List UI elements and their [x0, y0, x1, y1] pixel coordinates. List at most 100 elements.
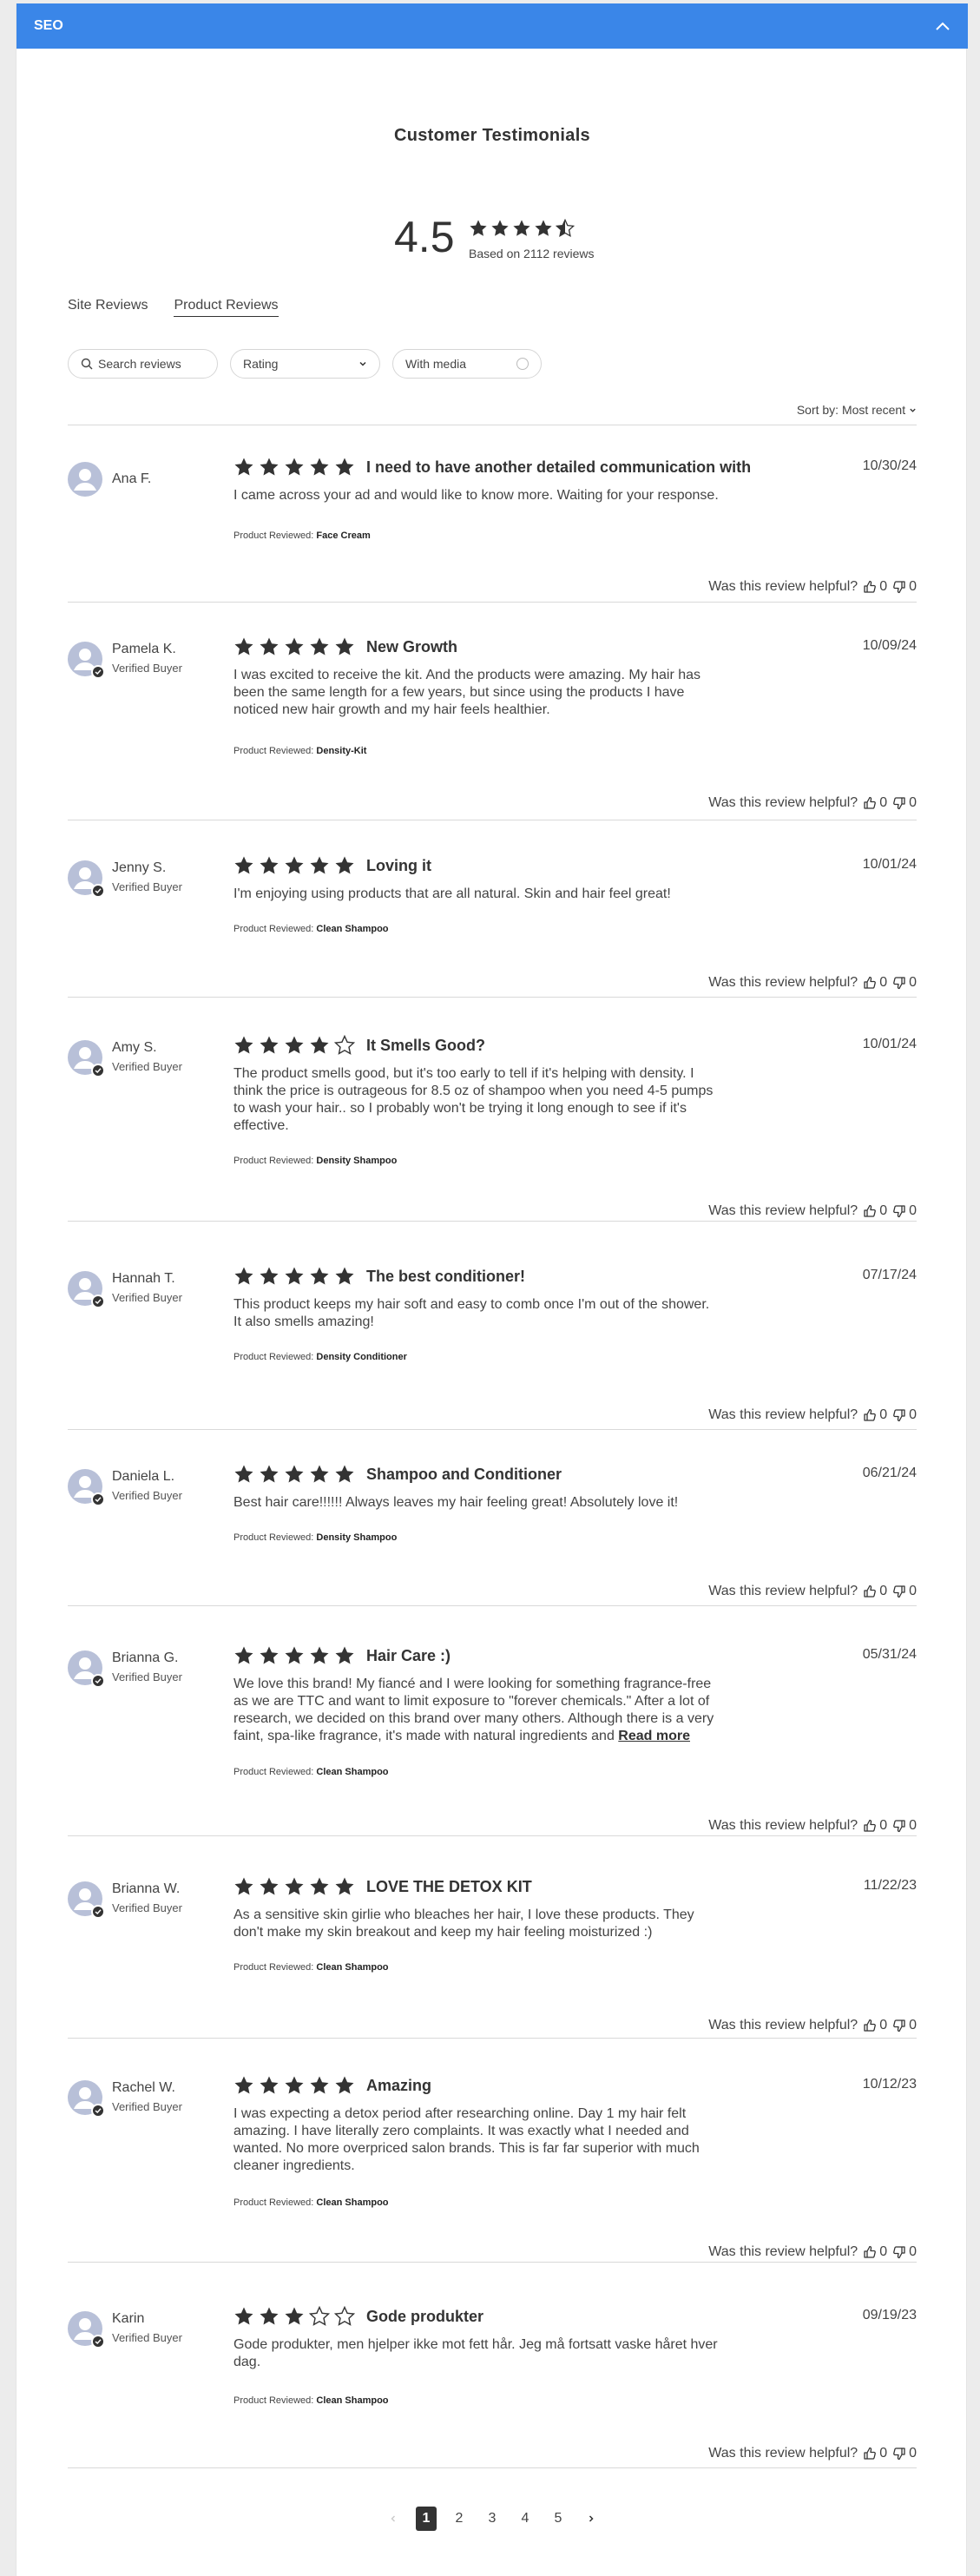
reviewer-avatar — [68, 1271, 105, 1308]
review-text: As a sensitive skin girlie who bleaches … — [233, 1907, 694, 1940]
thumbs-down-button[interactable]: 0 — [892, 975, 917, 991]
product-name: Density Shampoo — [316, 1156, 398, 1166]
thumbs-up-button[interactable]: 0 — [863, 1407, 887, 1423]
review-date: 05/31/24 — [862, 1647, 917, 1662]
upvote-count: 0 — [879, 1407, 888, 1422]
verified-check-icon — [91, 1674, 105, 1688]
thumbs-down-button[interactable]: 0 — [892, 1818, 917, 1834]
review-item: Amy S. Verified Buyer It Smells Good? 10/01… — [68, 1035, 917, 1222]
product-reviewed: Product Reviewed: Clean Shampoo — [233, 924, 389, 934]
thumbs-up-icon — [864, 2019, 877, 2032]
review-item: Rachel W. Verified Buyer Amazing 10/12/23 I … — [68, 2076, 917, 2263]
product-name: Clean Shampoo — [316, 2197, 389, 2208]
thumbs-down-button[interactable]: 0 — [892, 2446, 917, 2461]
with-media-toggle[interactable]: With media — [392, 349, 542, 379]
product-name: Clean Shampoo — [316, 1767, 389, 1777]
product-reviewed-label: Product Reviewed: — [233, 1352, 314, 1362]
thumbs-down-button[interactable]: 0 — [892, 795, 917, 811]
thumbs-down-button[interactable]: 0 — [892, 1407, 917, 1423]
product-name: Clean Shampoo — [316, 2395, 389, 2406]
review-text: The product smells good, but it's too ea… — [233, 1066, 714, 1133]
reviewer-name: Pamela K. — [112, 642, 176, 656]
read-more-link[interactable]: Read more — [618, 1729, 690, 1743]
review-item: Pamela K. Verified Buyer New Growth 10/09/2… — [68, 637, 917, 820]
thumbs-up-icon — [864, 1408, 877, 1421]
downvote-count: 0 — [909, 1584, 917, 1598]
thumbs-down-button[interactable]: 0 — [892, 1584, 917, 1599]
product-reviewed-label: Product Reviewed: — [233, 1156, 314, 1166]
review-text: I came across your ad and would like to … — [233, 488, 719, 503]
downvote-count: 0 — [909, 975, 917, 990]
page-button-5[interactable]: 5 — [548, 2507, 569, 2531]
reviewer-name: Amy S. — [112, 1040, 157, 1055]
chevron-up-icon[interactable] — [933, 17, 952, 36]
helpful-question: Was this review helpful? — [708, 795, 858, 810]
review-text: I was expecting a detox period after res… — [233, 2106, 700, 2173]
thumbs-up-button[interactable]: 0 — [863, 2018, 887, 2033]
pagination: 1 2 3 4 5 — [16, 2507, 968, 2531]
star-filled-icon — [260, 856, 279, 874]
product-name: Face Cream — [316, 530, 371, 541]
page-button-3[interactable]: 3 — [482, 2507, 503, 2531]
thumbs-down-button[interactable]: 0 — [892, 2018, 917, 2033]
star-filled-icon — [260, 1646, 279, 1664]
sort-dropdown[interactable]: Sort by: Most recent — [797, 403, 917, 417]
section-header-bar[interactable]: SEO — [16, 3, 968, 49]
next-page-button[interactable] — [581, 2507, 602, 2531]
review-body: I came across your ad and would like to … — [233, 487, 720, 504]
product-reviewed-label: Product Reviewed: — [233, 1962, 314, 1973]
rating-select[interactable]: Rating — [230, 349, 380, 379]
review-stars — [233, 2075, 355, 2096]
thumbs-up-button[interactable]: 0 — [863, 1203, 887, 1219]
thumbs-up-icon — [864, 1204, 877, 1217]
thumbs-up-button[interactable]: 0 — [863, 579, 887, 595]
review-text: Best hair care!!!!!! Always leaves my ha… — [233, 1495, 679, 1510]
review-stars — [233, 457, 355, 478]
thumbs-down-button[interactable]: 0 — [892, 1203, 917, 1219]
thumbs-up-button[interactable]: 0 — [863, 795, 887, 811]
upvote-count: 0 — [879, 2018, 888, 2032]
star-filled-icon — [310, 1646, 329, 1664]
star-filled-icon — [335, 458, 354, 476]
page-title: Customer Testimonials — [394, 126, 590, 145]
review-title: Amazing — [366, 2077, 432, 2094]
reviewer-name: Hannah T. — [112, 1271, 175, 1286]
thumbs-up-button[interactable]: 0 — [863, 2446, 887, 2461]
review-title: Shampoo and Conditioner — [366, 1466, 562, 1483]
upvote-count: 0 — [879, 1818, 888, 1833]
product-reviewed-label: Product Reviewed: — [233, 2197, 314, 2208]
tab-site-reviews[interactable]: Site Reviews — [68, 298, 148, 317]
page-button-4[interactable]: 4 — [515, 2507, 536, 2531]
search-input[interactable]: Search reviews — [68, 349, 218, 379]
reviewer-name: Jenny S. — [112, 860, 167, 875]
thumbs-up-icon — [864, 1819, 877, 1832]
average-stars — [469, 219, 575, 238]
thumbs-up-button[interactable]: 0 — [863, 975, 887, 991]
sort-value: Most recent — [841, 403, 906, 417]
thumbs-up-button[interactable]: 0 — [863, 1818, 887, 1834]
reviewer-name: Brianna W. — [112, 1881, 181, 1896]
review-body: I was excited to receive the kit. And th… — [233, 667, 720, 719]
page-button-1[interactable]: 1 — [416, 2507, 437, 2531]
avatar-icon — [68, 462, 102, 497]
verified-check-icon — [91, 665, 105, 679]
review-body: Gode produkter, men hjelper ikke mot fet… — [233, 2336, 720, 2371]
star-filled-icon — [234, 1267, 253, 1285]
thumbs-down-button[interactable]: 0 — [892, 2244, 917, 2260]
star-filled-icon — [513, 220, 530, 236]
thumbs-down-icon — [893, 2448, 905, 2461]
product-name: Density Shampoo — [316, 1532, 398, 1543]
thumbs-down-button[interactable]: 0 — [892, 579, 917, 595]
thumbs-up-button[interactable]: 0 — [863, 1584, 887, 1599]
review-stars — [233, 2306, 355, 2327]
tab-product-reviews[interactable]: Product Reviews — [174, 298, 279, 317]
upvote-count: 0 — [879, 2446, 888, 2461]
star-filled-icon — [310, 2076, 329, 2094]
review-title: I need to have another detailed communic… — [366, 458, 752, 476]
thumbs-up-icon — [864, 796, 877, 809]
helpful-vote-row: Was this review helpful? 0 0 — [708, 2244, 917, 2260]
thumbs-up-button[interactable]: 0 — [863, 2244, 887, 2260]
previous-page-button[interactable] — [383, 2507, 404, 2531]
page-button-2[interactable]: 2 — [449, 2507, 470, 2531]
rating-select-label: Rating — [243, 357, 279, 371]
